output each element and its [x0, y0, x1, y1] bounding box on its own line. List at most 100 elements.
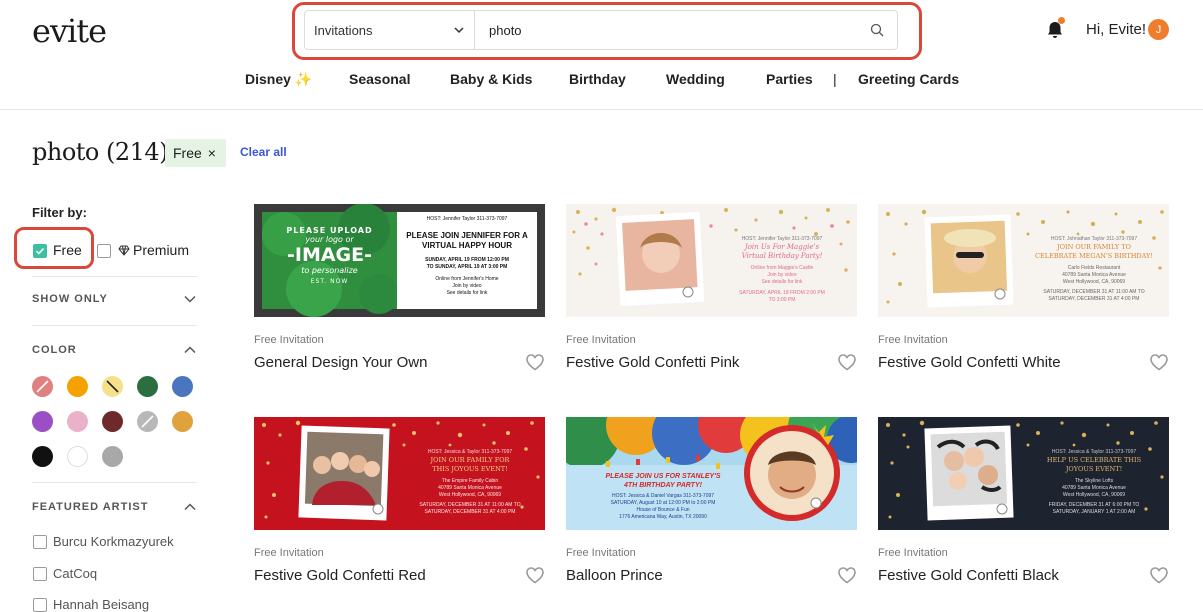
thumbnail-line: JOYOUS EVENT! — [1065, 465, 1123, 473]
thumbnail-line: SUNDAY, APRIL 19 FROM 12:00 PM — [425, 257, 509, 263]
thumbnail-line: 1776 Americana Way, Austin, TX 20090 — [619, 514, 707, 520]
thumbnail-line: See details for link — [446, 290, 488, 296]
nav-item-seasonal[interactable]: Seasonal — [349, 71, 410, 87]
evite-logo[interactable]: evite — [32, 12, 107, 50]
show-only-heading[interactable]: SHOW ONLY — [32, 293, 108, 305]
swatch-strike-mark — [36, 380, 49, 393]
featured-artist-heading[interactable]: FEATURED ARTIST — [32, 501, 148, 513]
card-title[interactable]: Festive Gold Confetti White — [878, 354, 1061, 371]
thumbnail-invite-text: HOST: Johnathan Taylor 311-373-7097 JOIN… — [1024, 236, 1164, 303]
thumbnail-line: Join Us For Maggie's — [744, 243, 820, 251]
card-title[interactable]: Balloon Prince — [566, 567, 663, 584]
card-title[interactable]: Festive Gold Confetti Red — [254, 567, 426, 584]
heart-icon[interactable] — [1149, 353, 1169, 371]
thumbnail-line: 4TH BIRTHDAY PARTY! — [624, 482, 702, 489]
swatch-silver[interactable] — [137, 411, 158, 432]
thumbnail-line: TO 3:00 PM — [768, 297, 796, 303]
thumbnail-line: Carlo Fields Restaurant — [1067, 265, 1121, 271]
swatch-green[interactable] — [137, 376, 158, 397]
nav-item-birthday[interactable]: Birthday — [569, 71, 626, 87]
search-category-dropdown[interactable]: Invitations — [305, 11, 475, 49]
heart-icon[interactable] — [525, 353, 545, 371]
chevron-up-icon[interactable] — [184, 503, 196, 511]
swatch-mustard[interactable] — [172, 411, 193, 432]
card-meta: Free Invitation — [566, 547, 636, 559]
nav-item-greeting-cards[interactable]: Greeting Cards — [858, 71, 959, 87]
thumbnail-line: 40789 Santa Monica Avenue — [438, 485, 502, 491]
search-input[interactable] — [475, 11, 857, 49]
card-thumbnail[interactable]: HOST: Jennifer Taylor 311-373-7097 Join … — [566, 204, 857, 317]
thumbnail-line: JOIN OUR FAMILY TO — [1057, 243, 1131, 251]
card-thumbnail[interactable]: HOST: Johnathan Taylor 311-373-7097 JOIN… — [878, 204, 1169, 317]
swatch-orange[interactable] — [67, 376, 88, 397]
card-meta: Free Invitation — [566, 334, 636, 346]
swatch-white[interactable] — [67, 446, 88, 467]
color-heading[interactable]: COLOR — [32, 344, 77, 356]
thumbnail-invite-text: HOST: Jennifer Taylor 311-373-7097 Join … — [714, 236, 850, 304]
card-thumbnail[interactable]: HOST: Jessica & Taylor 311-373-7097 HELP… — [878, 417, 1169, 530]
card-title[interactable]: General Design Your Own — [254, 354, 427, 371]
premium-checkbox[interactable] — [97, 244, 111, 258]
thumbnail-upload-text: PLEASE UPLOAD your logo or -IMAGE- to pe… — [262, 226, 397, 285]
search-icon[interactable] — [857, 11, 897, 49]
thumbnail-line: SATURDAY, DECEMBER 31 AT 4:00 PM — [1048, 296, 1140, 302]
swatch-pink-red[interactable] — [32, 376, 53, 397]
notification-dot — [1058, 17, 1065, 24]
thumbnail-line: The Empire Family Cabin — [441, 478, 499, 484]
card-meta: Free Invitation — [254, 334, 324, 346]
chip-label: Free — [173, 145, 202, 161]
artist-checkbox[interactable] — [33, 567, 47, 581]
clear-all-link[interactable]: Clear all — [240, 145, 287, 159]
avatar[interactable]: J — [1148, 19, 1169, 40]
filter-by-heading: Filter by: — [32, 205, 87, 220]
thumbnail-line: PLEASE JOIN US FOR STANLEY'S — [605, 473, 721, 480]
search-bar: Invitations — [304, 10, 898, 50]
thumbnail-line: HOST: Jennifer Taylor 311-373-7097 — [426, 216, 508, 222]
sidebar-divider — [32, 276, 197, 277]
thumbnail-line: 40789 Santa Monica Avenue — [1062, 485, 1126, 491]
swatch-blue[interactable] — [172, 376, 193, 397]
heart-icon[interactable] — [1149, 566, 1169, 584]
chevron-up-icon[interactable] — [184, 346, 196, 354]
heart-icon[interactable] — [837, 353, 857, 371]
close-icon[interactable]: × — [208, 145, 216, 161]
chevron-down-icon[interactable] — [184, 295, 196, 303]
card-thumbnail[interactable]: HOST: Jessica & Taylor 311-373-7097 JOIN… — [254, 417, 545, 530]
free-checkbox-label: Free — [53, 242, 82, 258]
active-filter-chip-free[interactable]: Free × — [165, 139, 226, 167]
thumbnail-line: 40789 Santa Monica Avenue — [1062, 272, 1126, 278]
artist-checkbox[interactable] — [33, 598, 47, 612]
page-title: photo (214) — [32, 138, 169, 166]
thumbnail-invite-text: HOST: Jessica & Taylor 311-373-7097 HELP… — [1024, 449, 1164, 516]
heart-icon[interactable] — [837, 566, 857, 584]
swatch-black[interactable] — [32, 446, 53, 467]
card-thumbnail[interactable]: PLEASE UPLOAD your logo or -IMAGE- to pe… — [254, 204, 545, 317]
thumbnail-line: EST. NOW — [310, 278, 349, 285]
card-meta: Free Invitation — [254, 547, 324, 559]
artist-checkbox[interactable] — [33, 535, 47, 549]
thumbnail-line: SATURDAY, APRIL 18 FROM 2:00 PM — [739, 290, 825, 296]
check-icon — [35, 248, 45, 255]
thumbnail-line: Virtual Birthday Party! — [741, 252, 823, 260]
card-meta: Free Invitation — [878, 547, 948, 559]
nav-item-parties[interactable]: Parties — [766, 71, 813, 87]
sidebar-divider — [32, 325, 197, 326]
card-title[interactable]: Festive Gold Confetti Black — [878, 567, 1059, 584]
nav-item-disney[interactable]: Disney ✨ — [245, 71, 312, 88]
nav-separator: | — [833, 71, 837, 87]
card-thumbnail[interactable]: PLEASE JOIN US FOR STANLEY'S 4TH BIRTHDA… — [566, 417, 857, 530]
nav-item-baby-kids[interactable]: Baby & Kids — [450, 71, 532, 87]
thumbnail-line: House of Bounce & Fun — [636, 507, 690, 513]
swatch-brown[interactable] — [102, 411, 123, 432]
free-checkbox[interactable] — [33, 244, 47, 258]
thumbnail-line: Join by video — [452, 283, 482, 289]
swatch-purple[interactable] — [32, 411, 53, 432]
heart-icon[interactable] — [525, 566, 545, 584]
card-title[interactable]: Festive Gold Confetti Pink — [566, 354, 739, 371]
thumbnail-line: your logo or — [305, 235, 354, 244]
nav-item-wedding[interactable]: Wedding — [666, 71, 725, 87]
swatch-gray[interactable] — [102, 446, 123, 467]
swatch-gold[interactable] — [102, 376, 123, 397]
swatch-pink[interactable] — [67, 411, 88, 432]
user-greeting[interactable]: Hi, Evite! — [1086, 21, 1146, 38]
